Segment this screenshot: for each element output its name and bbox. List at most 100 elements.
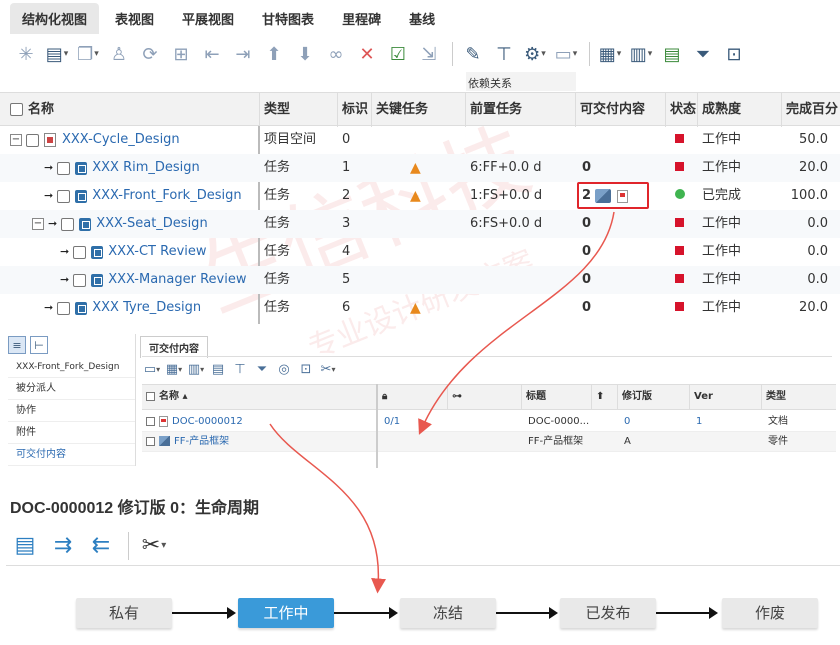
nav-item-task[interactable]: XXX-Front_Fork_Design — [8, 356, 135, 378]
demote-icon[interactable]: ⇇ — [86, 531, 116, 561]
settings-hierarchy-icon[interactable]: ⚙ — [521, 40, 549, 68]
col-deliverables[interactable]: 可交付内容 — [576, 93, 666, 127]
link-icon[interactable]: ∞ — [322, 40, 350, 68]
row-checkbox[interactable] — [146, 436, 155, 446]
table-row[interactable]: ➞ XXX Tyre_Design 任务 6 ▲ 0 工作中 20.0 — [0, 294, 840, 322]
table-row[interactable]: ➞ XXX-Front_Fork_Design 任务 2 ▲ 1:FS+0.0 … — [0, 182, 840, 210]
asterisk-icon[interactable]: ✳ — [12, 40, 40, 68]
tools-icon[interactable]: ✂ — [318, 360, 338, 380]
fit-columns-icon[interactable]: ⊡ — [296, 360, 316, 380]
checklist-icon[interactable]: ☑ — [384, 40, 412, 68]
delete-icon[interactable]: ✕ — [353, 40, 381, 68]
deliverable-name-link[interactable]: DOC-0000012 — [172, 416, 243, 427]
nav-item-deliverables[interactable]: 可交付内容 — [8, 444, 135, 466]
col-type[interactable]: 类型 — [260, 93, 338, 127]
state-obsolete[interactable]: 作废 — [722, 598, 818, 628]
edit-table-icon[interactable]: ▦ — [596, 40, 624, 68]
list-view-icon[interactable]: ≡ — [8, 336, 26, 354]
deliverable-rev[interactable]: 0 — [620, 412, 630, 432]
table-row[interactable]: ➞ XXX-Manager Review 任务 5 0 工作中 0.0 — [0, 266, 840, 294]
row-name-link[interactable]: XXX-Cycle_Design — [62, 126, 180, 154]
row-checkbox[interactable] — [61, 217, 75, 231]
new-icon[interactable]: ▭ — [142, 360, 162, 380]
edit-icon[interactable]: ✎ — [459, 40, 487, 68]
col-deliv-rev[interactable]: 修订版 — [618, 385, 690, 409]
col-deliv-type[interactable]: 类型 — [762, 385, 836, 409]
filter-icon[interactable]: ⏷ — [689, 40, 717, 68]
refresh-icon[interactable]: ⟳ — [136, 40, 164, 68]
promote-icon[interactable]: ⇉ — [48, 531, 78, 561]
select-all-checkbox[interactable] — [10, 103, 23, 116]
row-checkbox[interactable] — [26, 133, 39, 147]
row-checkbox[interactable] — [73, 245, 87, 259]
col-deliv-name[interactable]: 名称 ▴ — [142, 385, 378, 409]
tab-milestones[interactable]: 里程碑 — [330, 3, 393, 34]
import-icon[interactable]: ⇲ — [415, 40, 443, 68]
approve-document-icon[interactable]: ▤ — [10, 531, 40, 561]
collapse-icon[interactable]: − — [32, 218, 44, 230]
indent-icon[interactable]: ⇥ — [229, 40, 257, 68]
row-name-link[interactable]: XXX Tyre_Design — [92, 294, 201, 322]
col-critical[interactable]: 关键任务 — [372, 93, 466, 127]
row-checkbox[interactable] — [73, 273, 87, 287]
col-predecessor[interactable]: 前置任务 — [466, 93, 576, 127]
table-row[interactable]: DOC-0000012 0/1 DOC-0000... 0 1 文档 — [142, 412, 836, 432]
state-released[interactable]: 已发布 — [560, 598, 656, 628]
col-deliv-title[interactable]: 标题 — [522, 385, 592, 409]
table-row[interactable]: FF-产品框架 FF-产品框架 A 零件 — [142, 432, 836, 452]
globe-search-icon[interactable]: ◎ — [274, 360, 294, 380]
report-icon[interactable]: ▤ — [658, 40, 686, 68]
col-percent[interactable]: 完成百分 — [782, 93, 840, 127]
nav-item-attachments[interactable]: 附件 — [8, 422, 135, 444]
filter-icon[interactable]: ⏷ — [252, 360, 272, 380]
row-checkbox[interactable] — [57, 161, 71, 175]
row-name-link[interactable]: XXX Rim_Design — [92, 154, 200, 182]
row-checkbox[interactable] — [57, 189, 71, 203]
report-icon[interactable]: ▤ — [208, 360, 228, 380]
edit-table-icon[interactable]: ▦ — [164, 360, 184, 380]
row-name-link[interactable]: XXX-Seat_Design — [96, 210, 207, 238]
row-deliverables[interactable]: 0 — [582, 238, 591, 266]
tree-view-icon[interactable]: ⊢ — [30, 336, 48, 354]
tab-gantt[interactable]: 甘特图表 — [250, 3, 326, 34]
tools-icon[interactable]: ✂ — [139, 531, 169, 561]
collapse-icon[interactable]: − — [10, 134, 22, 146]
fit-columns-icon[interactable]: ⊡ — [720, 40, 748, 68]
state-private[interactable]: 私有 — [76, 598, 172, 628]
tab-deliverables[interactable]: 可交付内容 — [140, 336, 208, 358]
col-status[interactable]: 状态 — [666, 93, 698, 127]
tab-baseline[interactable]: 基线 — [397, 3, 447, 34]
move-up-icon[interactable]: ⬆ — [260, 40, 288, 68]
insert-icon[interactable]: ⊞ — [167, 40, 195, 68]
outdent-icon[interactable]: ⇤ — [198, 40, 226, 68]
col-maturity[interactable]: 成熟度 — [698, 93, 782, 127]
tab-structured-view[interactable]: 结构化视图 — [10, 3, 100, 34]
table-row[interactable]: ➞ XXX-CT Review 任务 4 0 工作中 0.0 — [0, 238, 840, 266]
col-name[interactable]: 名称 — [0, 93, 260, 127]
state-frozen[interactable]: 冻结 — [400, 598, 496, 628]
move-down-icon[interactable]: ⬇ — [291, 40, 319, 68]
row-deliverables[interactable]: 0 — [582, 210, 591, 238]
row-name-link[interactable]: XXX-Front_Fork_Design — [92, 182, 241, 210]
row-deliverables[interactable]: 0 — [582, 154, 591, 182]
hierarchy-icon[interactable]: ⊤ — [230, 360, 250, 380]
nav-item-collaboration[interactable]: 协作 — [8, 400, 135, 422]
table-view-icon[interactable]: ▥ — [186, 360, 206, 380]
col-deliv-ver[interactable]: Ver — [690, 385, 762, 409]
row-checkbox[interactable] — [57, 301, 71, 315]
nav-item-assignees[interactable]: 被分派人 — [8, 378, 135, 400]
row-checkbox[interactable] — [146, 416, 155, 426]
deliverable-lock[interactable]: 0/1 — [380, 412, 400, 432]
tab-flat-view[interactable]: 平展视图 — [170, 3, 246, 34]
deliverable-name-link[interactable]: FF-产品框架 — [174, 436, 229, 447]
row-name-link[interactable]: XXX-Manager Review — [108, 266, 246, 294]
new-task-icon[interactable]: ▤ — [43, 40, 71, 68]
table-row[interactable]: − XXX-Cycle_Design 项目空间 0 工作中 50.0 — [0, 126, 840, 154]
copy-icon[interactable]: ❐ — [74, 40, 102, 68]
table-view-icon[interactable]: ▥ — [627, 40, 655, 68]
col-id[interactable]: 标识 — [338, 93, 372, 127]
tab-table-view[interactable]: 表视图 — [103, 3, 166, 34]
new-doc-icon[interactable]: ▭ — [552, 40, 580, 68]
deliverable-ver[interactable]: 1 — [692, 412, 702, 432]
table-row[interactable]: ➞ XXX Rim_Design 任务 1 ▲ 6:FF+0.0 d 0 工作中… — [0, 154, 840, 182]
